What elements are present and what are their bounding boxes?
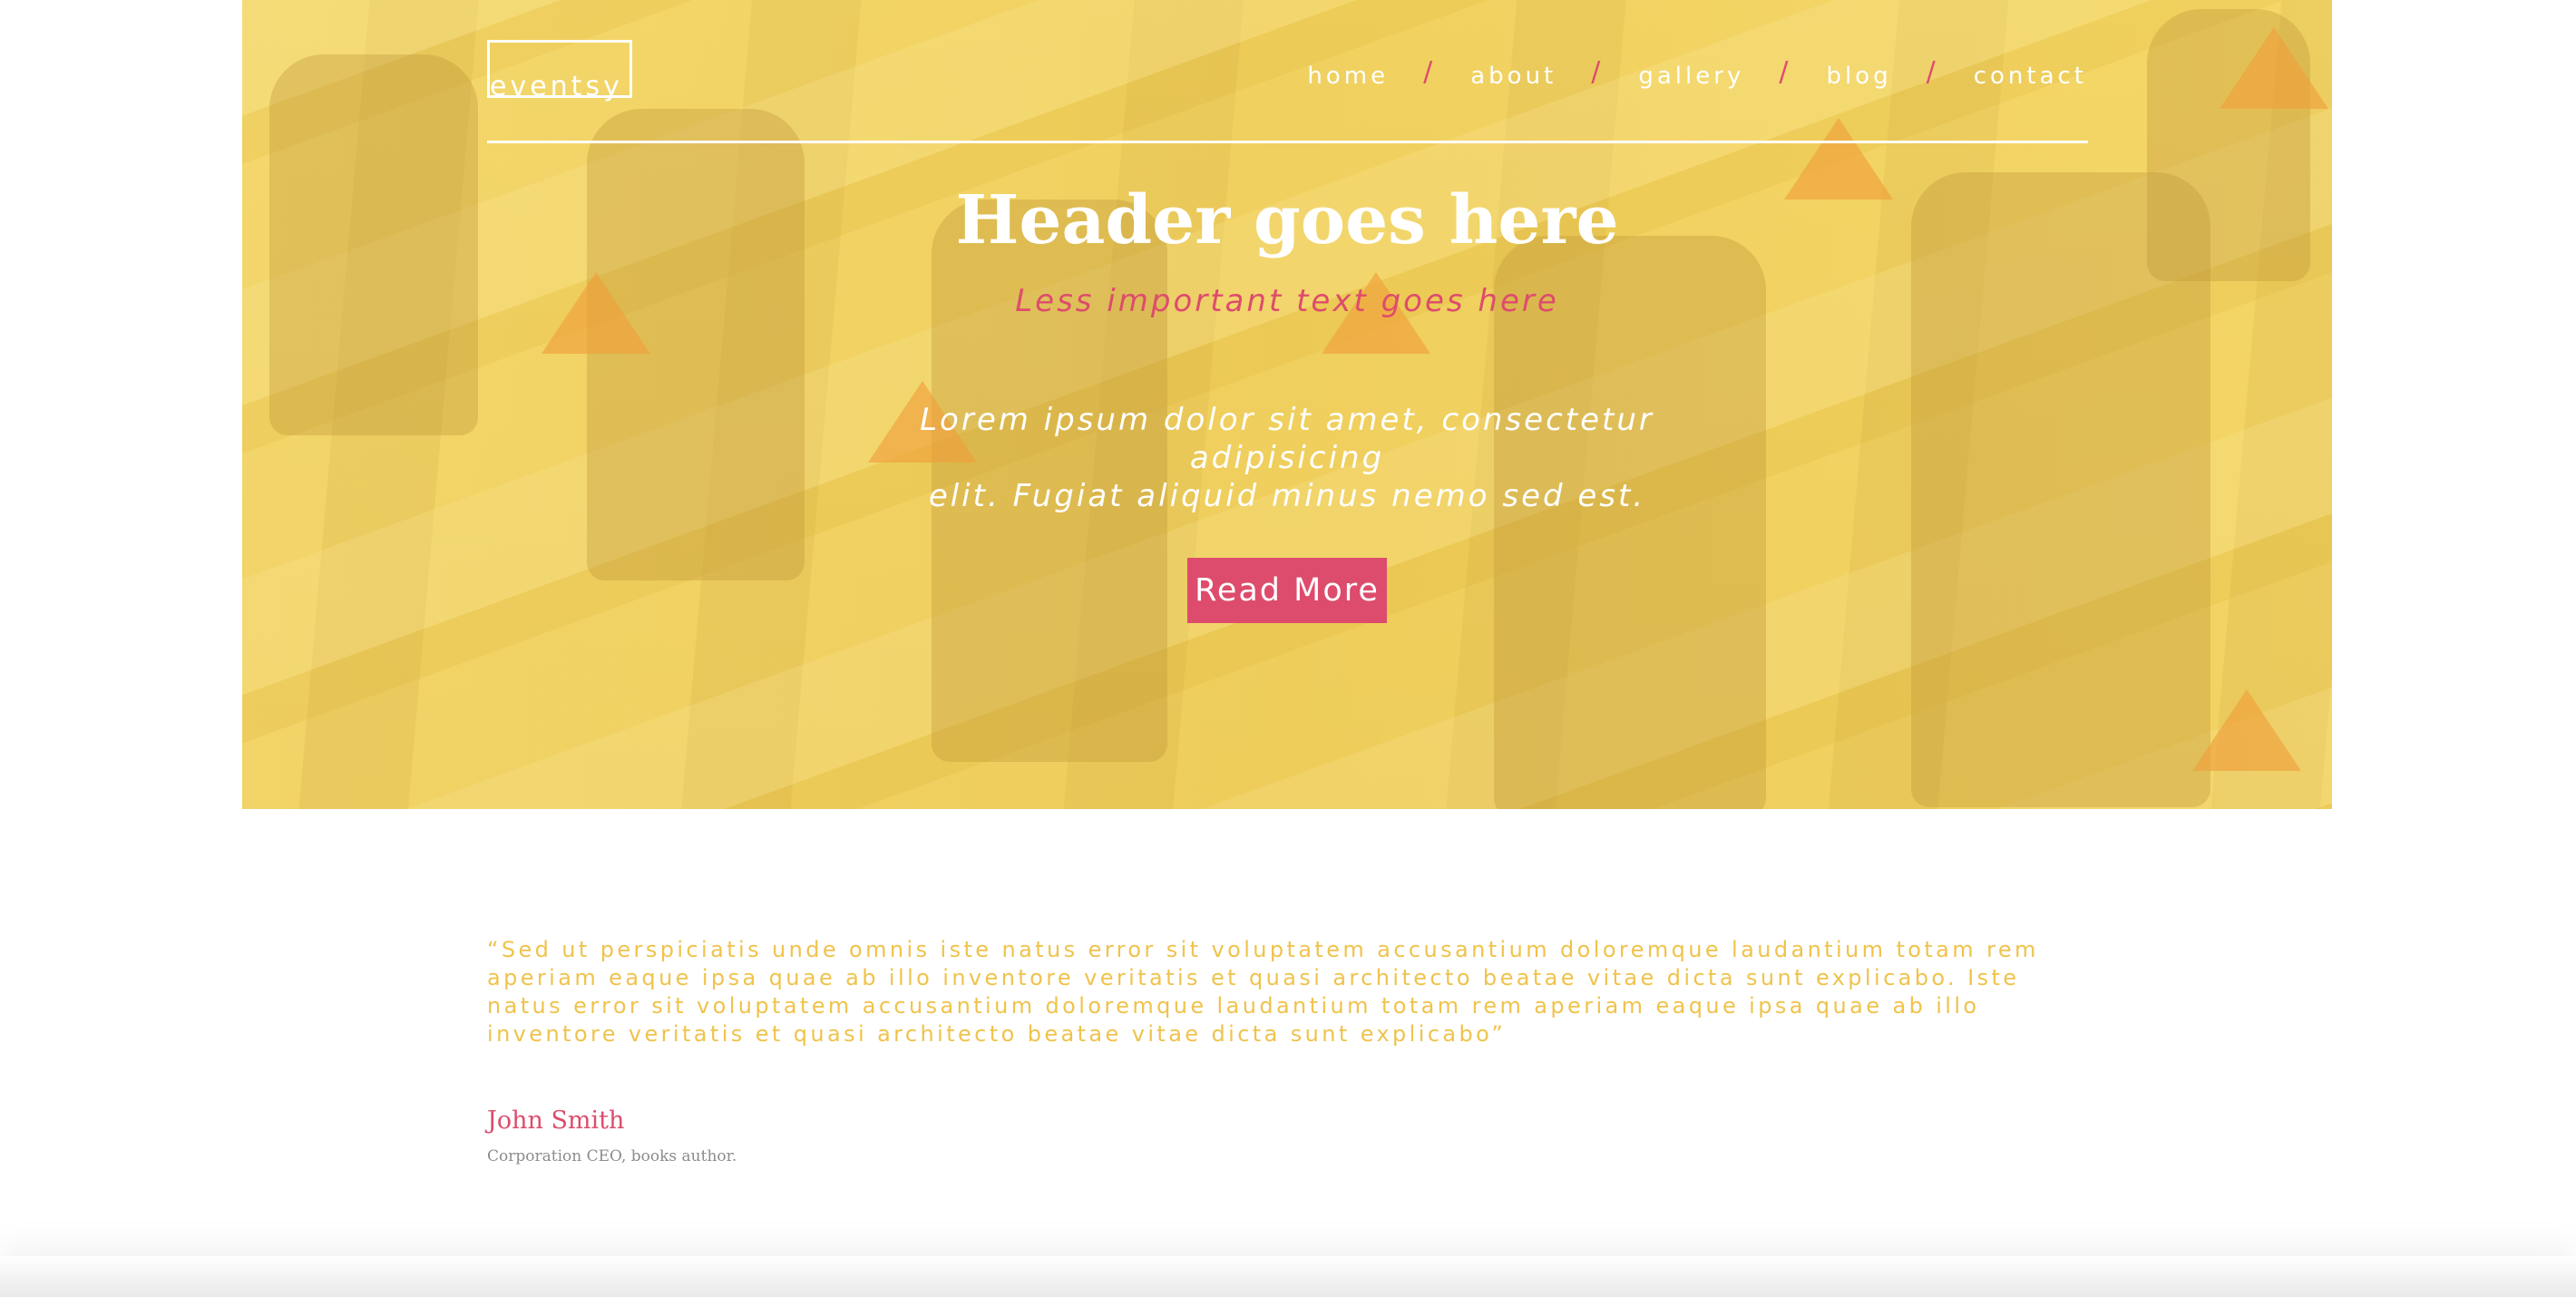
hero-description-line: elit. Fugiat aliquid minus nemo sed est.	[928, 478, 1646, 514]
testimonial-quote: “Sed ut perspiciatis unde omnis iste nat…	[487, 937, 2039, 1047]
nav-separator: /	[1423, 56, 1437, 88]
nav-item-contact[interactable]: contact	[1974, 63, 2087, 90]
logo-text: eventsy	[490, 71, 623, 102]
footer-edge	[0, 1256, 2576, 1297]
main-nav: home / about / gallery / blog / contact	[1307, 56, 2087, 92]
hero-subtitle: Less important text goes here	[1015, 283, 1559, 319]
nav-separator: /	[1926, 56, 1939, 88]
nav-item-about[interactable]: about	[1470, 63, 1556, 90]
nav-separator: /	[1779, 56, 1792, 88]
nav-item-blog[interactable]: blog	[1826, 63, 1891, 90]
testimonial-author-role: Corporation CEO, books author.	[487, 1147, 737, 1165]
testimonial-section: “Sed ut perspiciatis unde omnis iste nat…	[487, 936, 2065, 1165]
hero-section: eventsy home / about / gallery / blog / …	[242, 0, 2332, 809]
site-logo[interactable]: eventsy	[487, 40, 632, 102]
hero-description: Lorem ipsum dolor sit amet, consectetur …	[852, 401, 1722, 515]
read-more-button[interactable]: Read More	[1187, 558, 1387, 623]
hero-title: Header goes here	[955, 181, 1619, 259]
nav-separator: /	[1591, 56, 1605, 88]
hero-description-line: Lorem ipsum dolor sit amet, consectetur …	[920, 402, 1654, 476]
nav-item-home[interactable]: home	[1307, 63, 1389, 90]
testimonial-author-name: John Smith	[487, 1107, 625, 1135]
nav-item-gallery[interactable]: gallery	[1638, 63, 1744, 90]
header-divider	[487, 141, 2088, 143]
